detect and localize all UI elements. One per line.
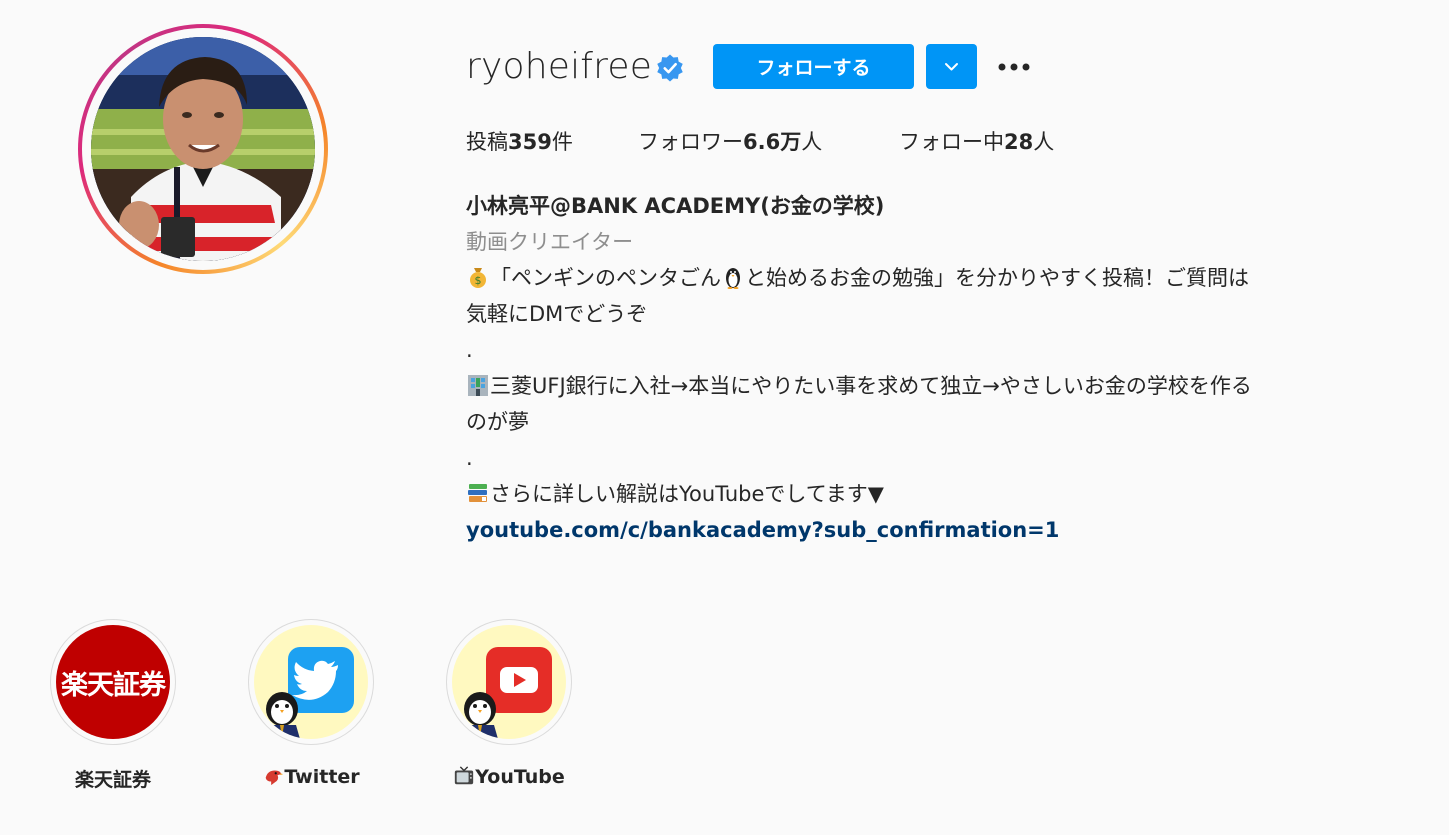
bio-line-5-text: さらに詳しい解説はYouTubeでしてます▼ xyxy=(490,482,884,506)
followers-label: フォロワー xyxy=(638,130,743,154)
bio-line-5: さらに詳しい解説はYouTubeでしてます▼ xyxy=(466,476,1406,512)
posts-label: 投稿 xyxy=(466,130,508,154)
television-icon xyxy=(455,766,474,785)
username: ryoheifree xyxy=(466,46,653,87)
following-link[interactable]: フォロー中28人 xyxy=(899,126,1054,156)
bio-name: 小林亮平@BANK ACADEMY(お金の学校) xyxy=(466,194,885,218)
profile-avatar[interactable] xyxy=(78,24,328,274)
verified-badge-icon xyxy=(657,54,683,82)
posts-suffix: 件 xyxy=(551,130,573,154)
posts-count: 投稿359件 xyxy=(466,126,573,156)
highlight-ring xyxy=(446,619,572,745)
bio-line-2: 気軽にDMでどうぞ xyxy=(466,302,648,326)
svg-text:$: $ xyxy=(475,274,482,287)
penguin-icon xyxy=(726,268,740,289)
profile-bio: 小林亮平@BANK ACADEMY(お金の学校) 動画クリエイター $ 「ペンギ… xyxy=(466,188,1406,548)
money-bag-icon: $ xyxy=(470,268,486,288)
rakuten-badge-text: 楽天証券 xyxy=(61,669,166,701)
more-horizontal-icon xyxy=(998,63,1030,71)
avatar-image xyxy=(91,37,315,261)
highlight-label-text: Twitter xyxy=(284,766,360,788)
rakuten-badge: 楽天証券 xyxy=(56,625,170,739)
posts-value: 359 xyxy=(508,130,552,154)
bird-icon xyxy=(265,770,284,786)
highlight-cover xyxy=(254,625,368,739)
bio-line-1: $ 「ペンギンのペンタごん と始めるお金の勉強」を分かりやすく投稿！ご質問は xyxy=(466,260,1406,296)
bio-line-3: 三菱UFJ銀行に入社→本当にやりたい事を求めて独立→やさしいお金の学校を作る xyxy=(466,368,1406,404)
bio-dot-2: . xyxy=(466,446,473,470)
bio-line-3-text: 三菱UFJ銀行に入社→本当にやりたい事を求めて独立→やさしいお金の学校を作る xyxy=(490,374,1252,398)
highlight-ring: 楽天証券 xyxy=(50,619,176,745)
followers-suffix: 人 xyxy=(801,130,823,154)
books-icon xyxy=(468,484,487,502)
follow-button[interactable]: フォローする xyxy=(713,44,914,89)
twitter-cover-image xyxy=(264,647,354,739)
highlight-label: Twitter xyxy=(247,765,375,788)
bio-line-1-a: 「ペンギンのペンタごん xyxy=(490,266,721,290)
followers-value: 6.6万 xyxy=(743,130,802,154)
bio-external-link[interactable]: youtube.com/c/bankacademy?sub_confirmati… xyxy=(466,518,1059,542)
highlight-cover xyxy=(452,625,566,739)
bio-line-1-b: と始めるお金の勉強」を分かりやすく投稿！ご質問は xyxy=(745,266,1249,290)
following-value: 28 xyxy=(1004,130,1034,154)
highlight-label: 楽天証券 xyxy=(74,769,151,791)
following-suffix: 人 xyxy=(1033,130,1055,154)
highlight-twitter[interactable]: Twitter xyxy=(247,619,375,788)
highlight-label: YouTube xyxy=(445,765,573,788)
highlight-ring xyxy=(248,619,374,745)
followers-link[interactable]: フォロワー6.6万人 xyxy=(638,126,822,156)
bio-line-4: のが夢 xyxy=(466,410,529,434)
suggested-dropdown-button[interactable] xyxy=(926,44,977,89)
youtube-cover-image xyxy=(462,647,552,739)
highlight-rakuten[interactable]: 楽天証券 楽天証券 xyxy=(49,619,177,792)
more-options-button[interactable] xyxy=(995,50,1035,84)
office-building-icon xyxy=(468,375,488,396)
following-label: フォロー中 xyxy=(899,130,1004,154)
bio-link-row: youtube.com/c/bankacademy?sub_confirmati… xyxy=(466,512,1406,548)
avatar-photo xyxy=(91,37,315,261)
bio-dot-1: . xyxy=(466,338,473,362)
highlight-youtube[interactable]: YouTube xyxy=(445,619,573,788)
chevron-down-icon xyxy=(945,63,958,71)
bio-category: 動画クリエイター xyxy=(466,230,634,254)
highlight-label-text: YouTube xyxy=(475,766,565,788)
